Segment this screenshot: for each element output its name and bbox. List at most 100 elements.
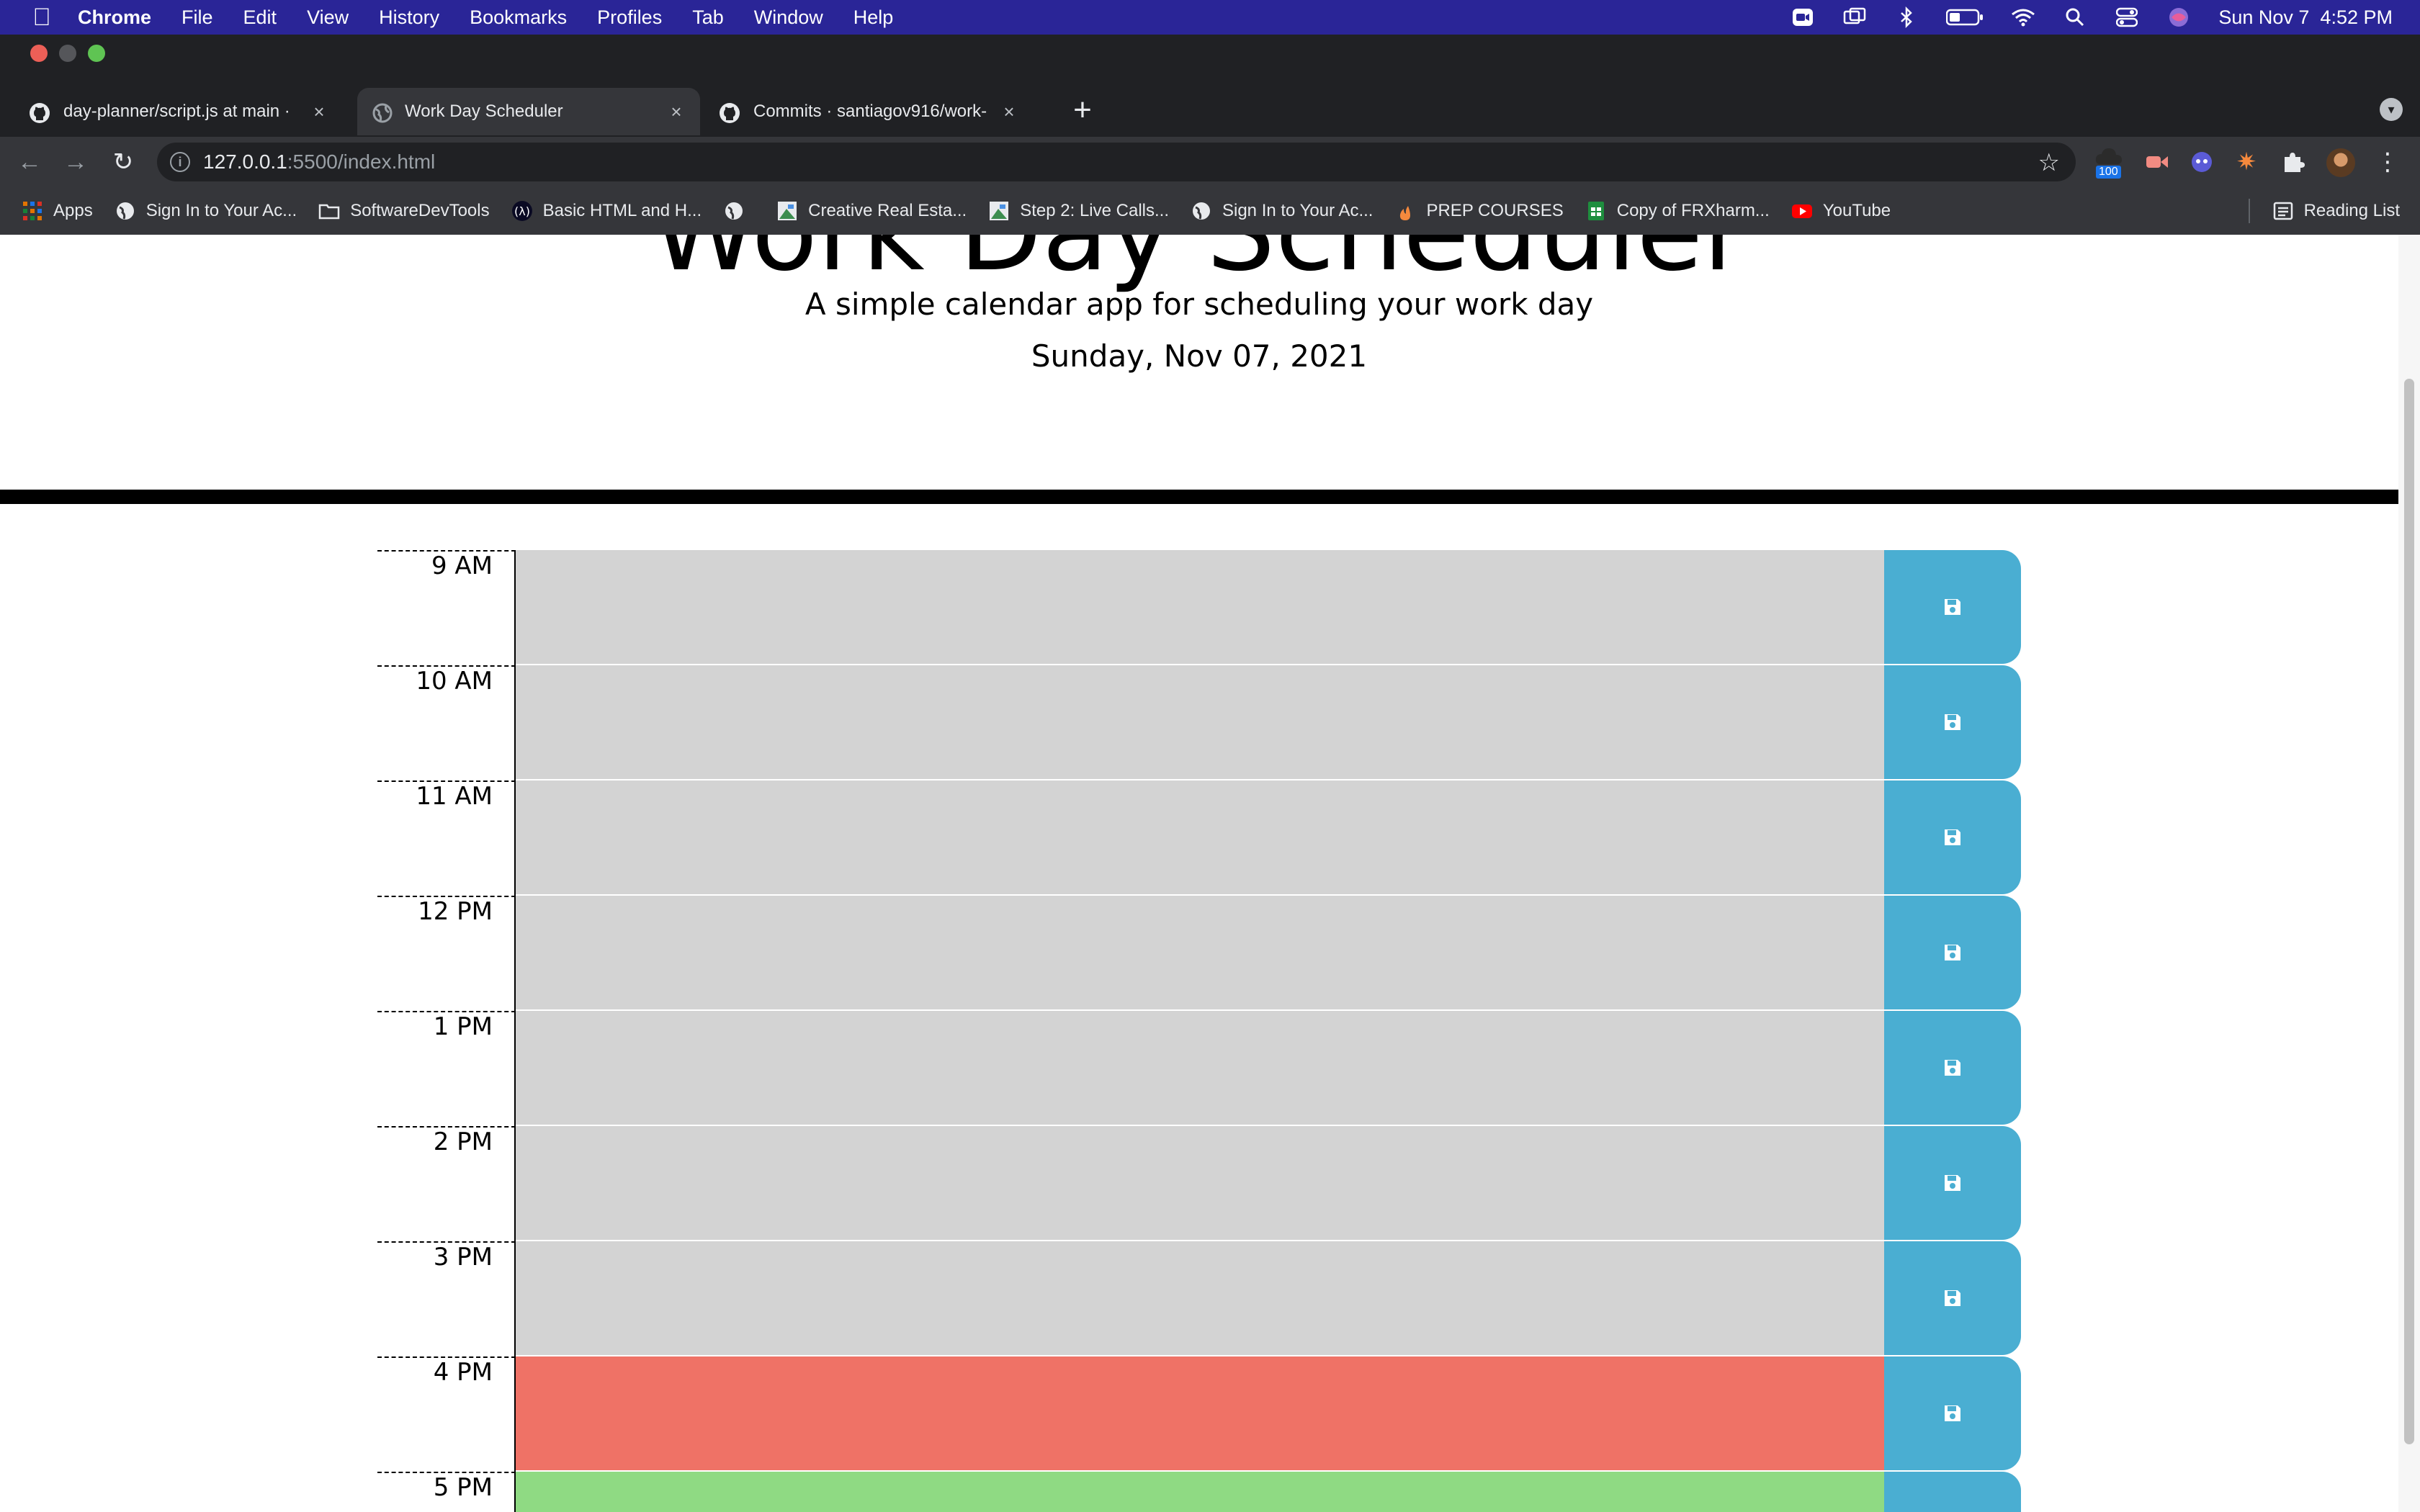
bookmark-creative-real-estate[interactable]: Creative Real Esta... [776, 200, 967, 222]
bookmark-sign-in[interactable]: Sign In to Your Ac... [115, 200, 297, 222]
page-viewport: Work Day Scheduler A simple calendar app… [0, 235, 2398, 1512]
window-zoom-button[interactable] [88, 45, 105, 62]
bookmark-star-icon[interactable]: ☆ [2038, 148, 2060, 177]
save-button[interactable] [1884, 550, 2021, 664]
bookmark-label: YouTube [1822, 201, 1891, 220]
extension-video-icon[interactable] [2145, 150, 2169, 174]
save-floppy-icon [1945, 1060, 1960, 1076]
site-info-icon[interactable]: i [170, 152, 190, 172]
header-divider [0, 490, 2398, 504]
extension-bot-icon[interactable] [2190, 150, 2214, 174]
bookmark-copy-of-frxharm[interactable]: Copy of FRXharm... [1585, 200, 1770, 222]
scrollbar-thumb[interactable] [2404, 379, 2414, 1444]
close-tab-icon[interactable]: × [667, 102, 686, 121]
extensions-puzzle-icon[interactable] [2280, 150, 2305, 174]
hour-label: 10 AM [377, 665, 516, 780]
save-button[interactable] [1884, 1472, 2021, 1512]
address-url[interactable]: 127.0.0.1:5500/index.html [203, 150, 435, 174]
window-close-button[interactable] [30, 45, 48, 62]
menu-bookmarks[interactable]: Bookmarks [470, 6, 567, 29]
extension-cloud-icon[interactable]: 100 [2094, 145, 2123, 179]
bookmark-basic-html[interactable]: (λ) Basic HTML and H... [511, 200, 702, 222]
apps-grid-icon [22, 200, 43, 222]
event-description-input[interactable] [516, 665, 1884, 780]
event-description-input[interactable] [516, 1356, 1884, 1472]
github-icon [719, 102, 740, 124]
time-block: 9 AM [377, 550, 2021, 665]
tab-title: Commits · santiagov916/work- [753, 102, 987, 121]
address-bar[interactable]: i 127.0.0.1:5500/index.html ☆ [157, 143, 2076, 181]
save-button[interactable] [1884, 1241, 2021, 1355]
time-block: 12 PM [377, 896, 2021, 1011]
bookmark-sign-in-2[interactable]: Sign In to Your Ac... [1191, 200, 1373, 222]
menu-window[interactable]: Window [754, 6, 823, 29]
tab-github-script[interactable]: day-planner/script.js at main · × [26, 88, 343, 135]
close-tab-icon[interactable]: × [1000, 102, 1018, 121]
save-button[interactable] [1884, 896, 2021, 1009]
event-description-input[interactable] [516, 780, 1884, 896]
google-sheets-icon [1585, 200, 1607, 222]
bookmarks-bar: Apps Sign In to Your Ac... SoftwareDevTo… [0, 187, 2420, 235]
battery-icon[interactable] [1946, 5, 1984, 30]
menu-view[interactable]: View [307, 6, 349, 29]
save-floppy-icon [1945, 1175, 1960, 1191]
menu-help[interactable]: Help [853, 6, 894, 29]
event-description-input[interactable] [516, 896, 1884, 1011]
screen-mirroring-icon[interactable] [1842, 5, 1867, 30]
menu-tab[interactable]: Tab [692, 6, 724, 29]
menu-edit[interactable]: Edit [243, 6, 277, 29]
video-camera-icon[interactable] [1791, 5, 1815, 30]
forward-arrow-icon[interactable]: → [60, 147, 91, 177]
page-tagline: A simple calendar app for scheduling you… [805, 287, 1594, 322]
control-center-icon[interactable] [2115, 5, 2139, 30]
tab-work-day-scheduler[interactable]: Work Day Scheduler × [357, 88, 700, 135]
chrome-menu-icon[interactable]: ⋮ [2375, 147, 2400, 177]
save-floppy-icon [1945, 599, 1960, 615]
siri-icon[interactable] [2166, 5, 2191, 30]
time-block: 10 AM [377, 665, 2021, 780]
youtube-icon [1791, 200, 1813, 222]
back-arrow-icon[interactable]: ← [14, 147, 45, 177]
menu-profiles[interactable]: Profiles [597, 6, 662, 29]
menu-history[interactable]: History [379, 6, 439, 29]
bookmark-label: Creative Real Esta... [808, 201, 967, 220]
save-button[interactable] [1884, 780, 2021, 894]
image-thumbnail-icon [776, 200, 798, 222]
bookmark-prep-courses[interactable]: PREP COURSES [1394, 200, 1564, 222]
bookmark-step-2-live-calls[interactable]: Step 2: Live Calls... [988, 200, 1169, 222]
new-tab-button[interactable]: + [1065, 92, 1101, 128]
menubar-clock[interactable]: Sun Nov 7 4:52 PM [2218, 6, 2393, 29]
bookmark-apps[interactable]: Apps [22, 200, 93, 222]
window-minimize-button[interactable] [59, 45, 76, 62]
save-button[interactable] [1884, 1011, 2021, 1125]
menu-file[interactable]: File [182, 6, 213, 29]
save-button[interactable] [1884, 1356, 2021, 1470]
reading-list-button[interactable]: Reading List [2272, 200, 2400, 222]
close-tab-icon[interactable]: × [310, 102, 328, 121]
profile-avatar[interactable] [2326, 148, 2355, 177]
extension-spark-icon[interactable]: ✷ [2234, 150, 2259, 174]
spotlight-search-icon[interactable] [2063, 5, 2087, 30]
time-block: 1 PM [377, 1011, 2021, 1126]
tab-github-commits[interactable]: Commits · santiagov916/work- × [716, 88, 1033, 135]
reload-icon[interactable]: ↻ [108, 147, 138, 177]
bookmark-folder-softwaredevtools[interactable]: SoftwareDevTools [318, 200, 490, 222]
save-floppy-icon [1945, 714, 1960, 730]
bookmark-label: SoftwareDevTools [350, 201, 490, 220]
event-description-input[interactable] [516, 1126, 1884, 1241]
save-button[interactable] [1884, 1126, 2021, 1240]
menu-app-name[interactable]: Chrome [78, 6, 151, 29]
event-description-input[interactable] [516, 1241, 1884, 1356]
event-description-input[interactable] [516, 1011, 1884, 1126]
save-button[interactable] [1884, 665, 2021, 779]
wifi-icon[interactable] [2011, 5, 2035, 30]
page-scrollbar[interactable] [2398, 235, 2420, 1512]
apple-icon[interactable]:  [27, 3, 56, 32]
tab-search-icon[interactable]: ▾ [2380, 98, 2403, 121]
hour-label: 4 PM [377, 1356, 516, 1472]
event-description-input[interactable] [516, 550, 1884, 665]
bookmark-youtube[interactable]: YouTube [1791, 200, 1891, 222]
bluetooth-icon[interactable] [1894, 5, 1919, 30]
bookmark-globe[interactable] [723, 200, 755, 222]
event-description-input[interactable] [516, 1472, 1884, 1512]
